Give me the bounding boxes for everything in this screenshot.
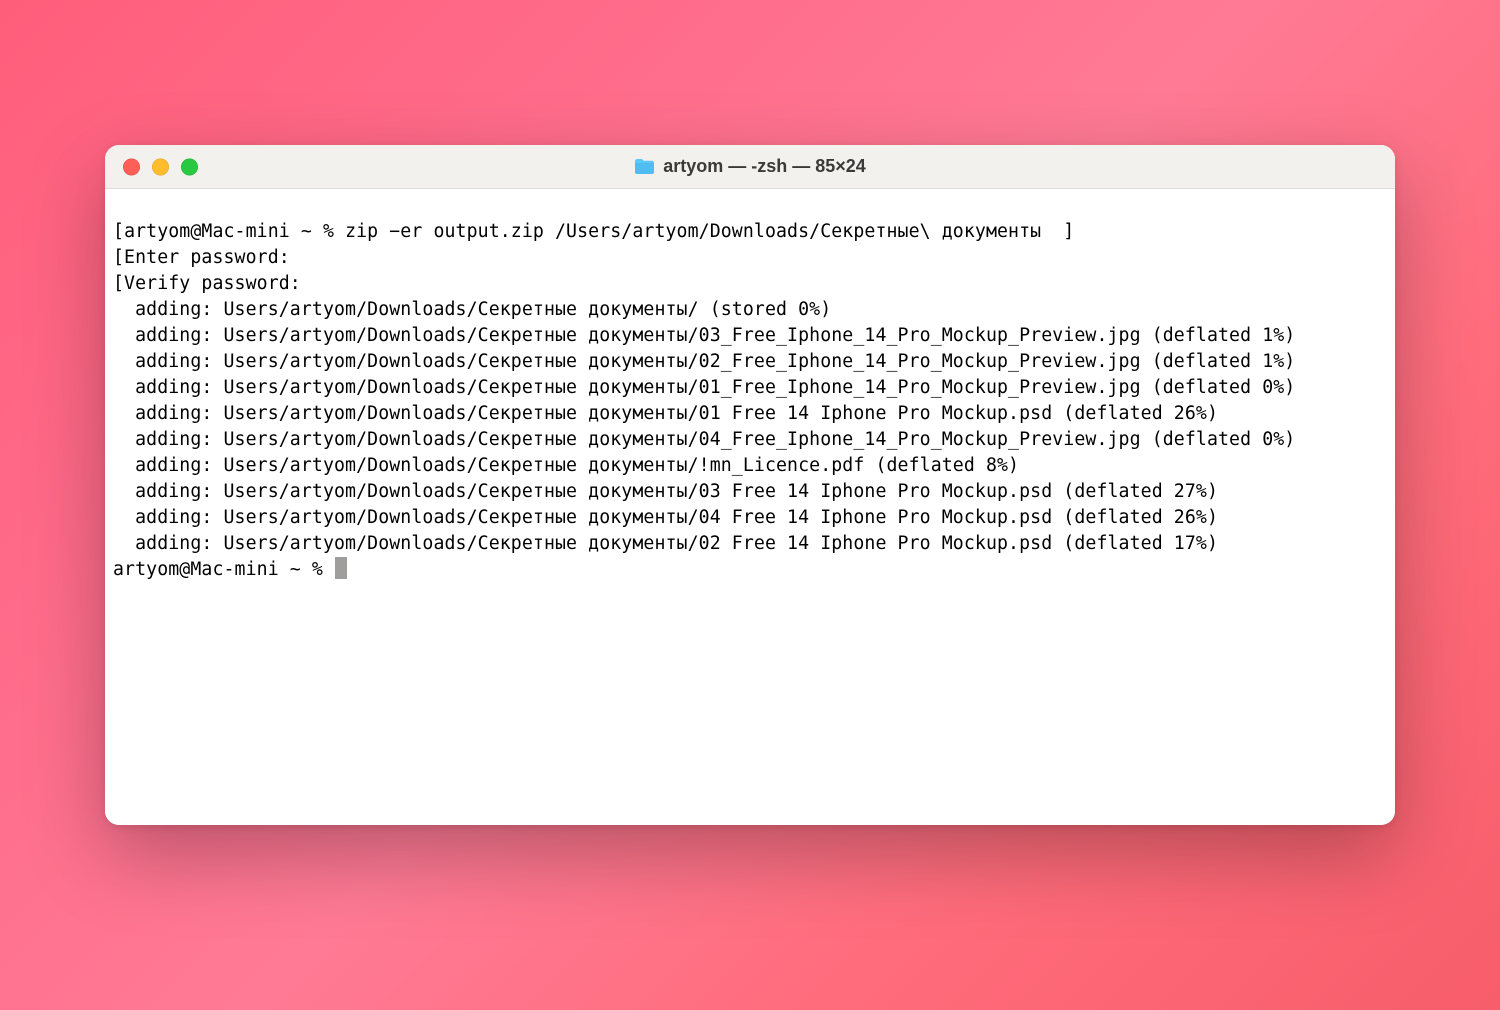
window-title: artyom — -zsh — 85×24 [663, 156, 866, 177]
shell-prompt: artyom@Mac-mini ~ % [113, 559, 334, 580]
folder-icon [634, 158, 655, 175]
output-line: adding: Users/artyom/Downloads/Секретные… [113, 377, 1295, 398]
output-line: adding: Users/artyom/Downloads/Секретные… [113, 533, 1218, 554]
output-line: adding: Users/artyom/Downloads/Секретные… [113, 481, 1218, 502]
output-line: adding: Users/artyom/Downloads/Секретные… [113, 429, 1295, 450]
output-line: adding: Users/artyom/Downloads/Секретные… [113, 325, 1295, 346]
terminal-cursor [335, 557, 347, 579]
traffic-lights [123, 158, 198, 175]
enter-password-line: [Enter password: [113, 247, 290, 268]
output-line: adding: Users/artyom/Downloads/Секретные… [113, 403, 1218, 424]
window-minimize-button[interactable] [152, 158, 169, 175]
output-line: adding: Users/artyom/Downloads/Секретные… [113, 455, 1019, 476]
output-line: adding: Users/artyom/Downloads/Секретные… [113, 351, 1295, 372]
window-zoom-button[interactable] [181, 158, 198, 175]
prompt-bracket-open: [ [113, 221, 124, 242]
prompt-bracket-close: ] [1041, 221, 1074, 242]
output-line: adding: Users/artyom/Downloads/Секретные… [113, 507, 1218, 528]
terminal-window: artyom — -zsh — 85×24 [artyom@Mac-mini ~… [105, 145, 1395, 825]
window-close-button[interactable] [123, 158, 140, 175]
shell-prompt: artyom@Mac-mini ~ % [124, 221, 345, 242]
verify-password-line: [Verify password: [113, 273, 301, 294]
output-line: adding: Users/artyom/Downloads/Секретные… [113, 299, 831, 320]
window-title-wrap: artyom — -zsh — 85×24 [634, 156, 866, 177]
window-titlebar[interactable]: artyom — -zsh — 85×24 [105, 145, 1395, 189]
terminal-output[interactable]: [artyom@Mac-mini ~ % zip −er output.zip … [105, 189, 1395, 825]
terminal-text[interactable]: [artyom@Mac-mini ~ % zip −er output.zip … [113, 219, 1387, 583]
shell-command: zip −er output.zip /Users/artyom/Downloa… [345, 221, 1041, 242]
